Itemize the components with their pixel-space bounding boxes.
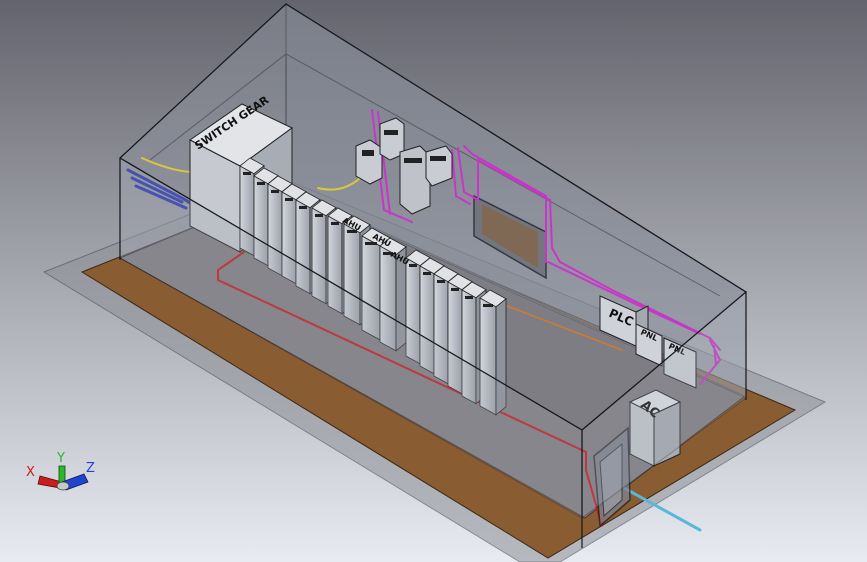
panel-cabinet-nameplate (409, 264, 417, 267)
panel-cabinet-nameplate (365, 242, 377, 245)
wall-panel-label-strip (362, 150, 374, 156)
triad-y-label: Y (56, 451, 65, 466)
panel-cabinet-nameplate (483, 304, 493, 307)
panel-cabinet-nameplate (299, 206, 307, 209)
panel-cabinet-nameplate (423, 272, 431, 275)
panel-cabinet-nameplate (243, 172, 251, 175)
panel-cabinet-nameplate (465, 296, 473, 299)
container-3d-model[interactable]: SWITCH GEAR AHU AHU AHU PLC PNL PNL AC X… (0, 0, 867, 562)
wall-panel-label-strip (404, 158, 422, 163)
triad-origin (56, 481, 70, 491)
wall-panel-label-strip (384, 130, 398, 135)
panel-cabinet-nameplate (257, 182, 265, 185)
panel-cabinet-nameplate (315, 214, 323, 217)
panel-cabinet-nameplate (271, 190, 279, 193)
cad-viewport[interactable]: SWITCH GEAR AHU AHU AHU PLC PNL PNL AC X… (0, 0, 867, 562)
wall-panel-label-strip (430, 156, 446, 161)
panel-cabinet-nameplate (331, 222, 339, 225)
panel-cabinet-nameplate (437, 280, 445, 283)
triad-x-label: X (26, 465, 35, 480)
panel-cabinet-nameplate (451, 288, 459, 291)
wall-panel (355, 139, 383, 185)
panel-cabinet-nameplate (285, 198, 293, 201)
triad-z-label: Z (86, 461, 95, 476)
wall-panel (425, 145, 453, 187)
